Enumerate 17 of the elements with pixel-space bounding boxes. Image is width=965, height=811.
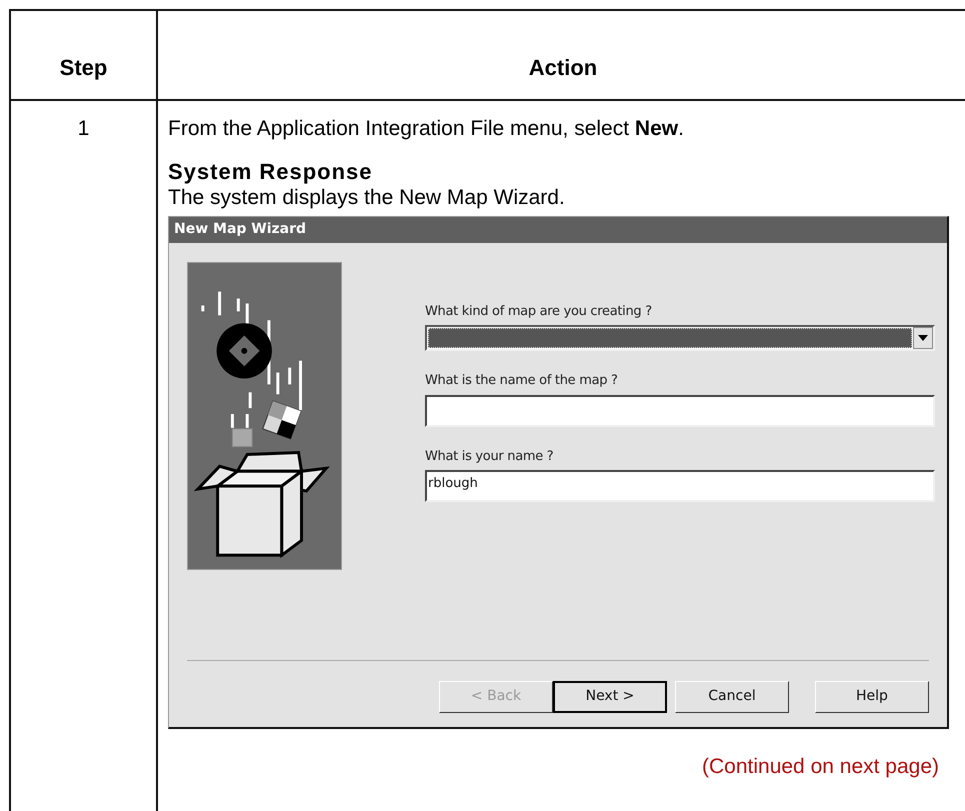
response-text: The system displays the New Map Wizard. (168, 184, 566, 210)
text-input-field[interactable]: rblough (425, 470, 935, 502)
column-header: Step (60, 54, 108, 82)
field-label: What is the name of the map ? (425, 372, 619, 390)
dialog-button[interactable]: Help (815, 680, 929, 712)
dialog-button[interactable]: Next > (553, 680, 667, 712)
dialog-button[interactable]: Cancel (675, 680, 789, 712)
text-input-field[interactable] (425, 394, 935, 426)
map-kind-dropdown[interactable] (425, 325, 935, 351)
field-label: What is your name ? (425, 448, 554, 466)
column-header: Action (528, 54, 598, 82)
instruction-text: From the Application Integration File menu, select New. (168, 116, 685, 142)
continued-note: (Continued on next page) (702, 754, 939, 780)
step-number: 1 (78, 116, 90, 142)
field-label: What kind of map are you creating ? (425, 302, 653, 320)
response-heading: System Response (168, 158, 374, 184)
dialog-title-bar: New Map Wizard (169, 216, 947, 242)
